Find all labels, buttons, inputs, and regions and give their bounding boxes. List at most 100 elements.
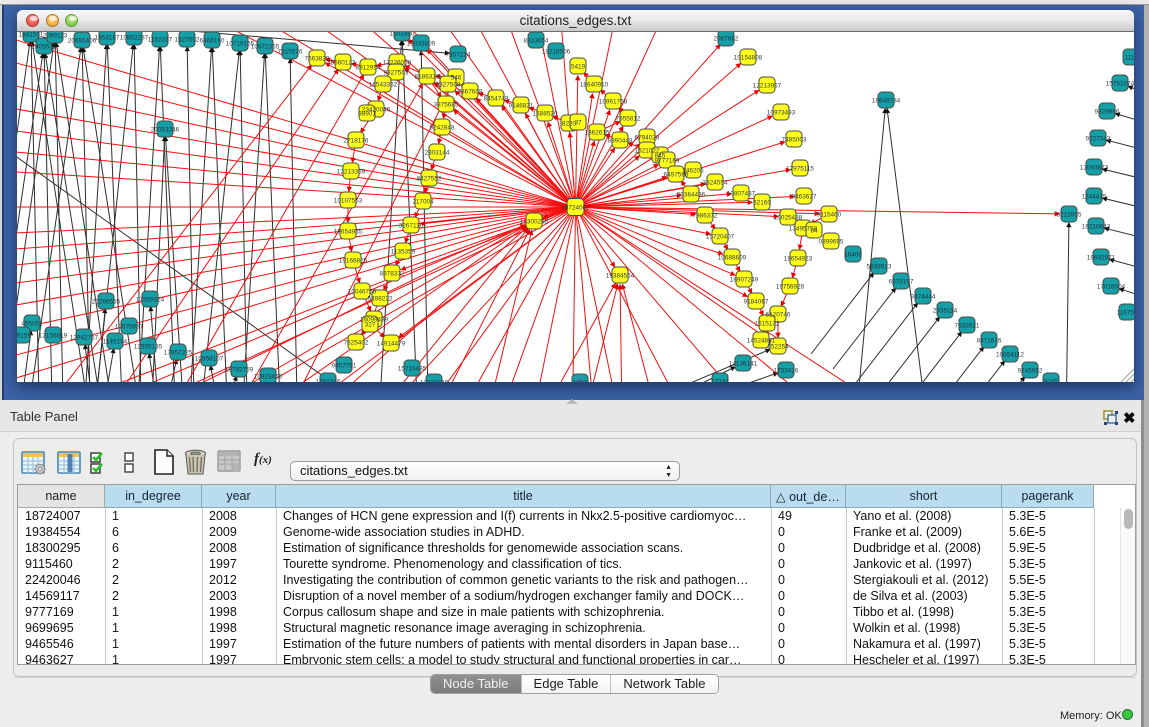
svg-text:18640910: 18640910	[580, 82, 609, 89]
svg-text:20053346: 20053346	[151, 127, 180, 134]
svg-text:8454749: 8454749	[484, 96, 509, 103]
svg-text:5419: 5419	[571, 64, 586, 71]
svg-text:17334: 17334	[711, 379, 729, 383]
svg-text:9146821: 9146821	[509, 103, 534, 110]
svg-text:10853287: 10853287	[120, 35, 149, 42]
svg-text:7955812: 7955812	[616, 116, 641, 123]
svg-text:9463627: 9463627	[792, 194, 817, 201]
svg-text:9184067: 9184067	[744, 299, 769, 306]
svg-text:1244415: 1244415	[1082, 194, 1107, 201]
svg-text:7857224: 7857224	[446, 52, 471, 59]
svg-text:2867608: 2867608	[458, 89, 483, 96]
svg-text:15751074: 15751074	[1106, 81, 1134, 88]
svg-text:2803144: 2803144	[425, 150, 450, 157]
svg-text:12213967: 12213967	[753, 83, 782, 90]
svg-text:9474444: 9474444	[911, 294, 936, 301]
svg-text:17359924: 17359924	[136, 297, 165, 304]
svg-text:9245652: 9245652	[1018, 368, 1043, 375]
svg-text:18724007: 18724007	[561, 205, 590, 212]
svg-text:9242848: 9242848	[430, 125, 455, 132]
svg-text:8878332: 8878332	[380, 271, 405, 278]
svg-text:19654955: 19654955	[334, 229, 363, 236]
svg-text:1615132: 1615132	[755, 321, 780, 328]
svg-text:1093: 1093	[573, 380, 588, 383]
svg-text:8660123: 8660123	[331, 60, 356, 67]
svg-text:8471676: 8471676	[977, 338, 1002, 345]
svg-text:1152337: 1152337	[148, 37, 173, 44]
svg-text:9227343: 9227343	[1086, 136, 1111, 143]
svg-text:8215955: 8215955	[1057, 212, 1082, 219]
svg-text:17016504: 17016504	[1097, 284, 1126, 291]
svg-text:9327503: 9327503	[384, 70, 409, 77]
svg-text:1362615: 1362615	[585, 130, 610, 137]
svg-text:98901: 98901	[358, 111, 376, 118]
svg-text:8990448: 8990448	[608, 138, 633, 145]
svg-text:1603380: 1603380	[390, 32, 415, 38]
svg-text:10025438: 10025438	[774, 215, 803, 222]
svg-text:10671355: 10671355	[251, 44, 280, 51]
svg-text:10688609: 10688609	[718, 255, 747, 262]
svg-text:9115460: 9115460	[817, 212, 842, 219]
svg-text:14136141: 14136141	[729, 361, 758, 368]
svg-text:15716485: 15716485	[398, 366, 427, 373]
svg-text:6497568: 6497568	[664, 172, 689, 179]
svg-text:3624554: 3624554	[703, 180, 728, 187]
svg-text:10154808: 10154808	[734, 55, 763, 62]
svg-text:19384554: 19384554	[606, 273, 635, 280]
svg-text:7485003: 7485003	[782, 137, 807, 144]
svg-text:5938923: 5938923	[867, 264, 892, 271]
svg-text:1527602: 1527602	[175, 37, 200, 44]
svg-text:2718176: 2718176	[344, 138, 369, 145]
svg-text:10654112: 10654112	[996, 352, 1024, 359]
svg-text:12093873: 12093873	[1080, 165, 1109, 172]
svg-text:39159: 39159	[17, 333, 31, 340]
svg-text:16033809: 16033809	[407, 41, 436, 48]
svg-text:16210643: 16210643	[1082, 224, 1111, 231]
svg-text:16409: 16409	[844, 252, 862, 259]
svg-text:13226058: 13226058	[383, 60, 412, 67]
svg-text:19756928: 19756928	[776, 284, 805, 291]
svg-text:17975115: 17975115	[786, 166, 814, 173]
svg-text:7663822: 7663822	[305, 56, 330, 63]
svg-text:62160: 62160	[753, 200, 771, 207]
svg-text:1405571: 1405571	[32, 44, 57, 51]
svg-text:5498222: 5498222	[368, 296, 393, 303]
svg-text:10975887: 10975887	[115, 324, 144, 331]
svg-text:2099113: 2099113	[43, 33, 68, 40]
svg-text:18300295: 18300295	[520, 219, 549, 226]
svg-text:1841551: 1841551	[19, 32, 44, 39]
svg-text:9329966: 9329966	[1095, 109, 1120, 116]
svg-text:19218506: 19218506	[542, 49, 571, 56]
svg-text:546: 546	[451, 75, 462, 82]
svg-text:10958107: 10958107	[195, 356, 224, 363]
svg-text:252254: 252254	[767, 344, 789, 351]
svg-text:6466160: 6466160	[200, 38, 225, 45]
svg-text:1145194: 1145194	[103, 339, 128, 346]
svg-text:16782759: 16782759	[225, 367, 254, 374]
svg-text:1135359: 1135359	[391, 249, 416, 256]
svg-text:17957225: 17957225	[164, 350, 193, 357]
svg-text:1292346: 1292346	[316, 379, 341, 383]
svg-text:9457791: 9457791	[332, 363, 357, 370]
svg-text:7632621: 7632621	[955, 323, 980, 330]
svg-text:10046756: 10046756	[348, 289, 377, 296]
svg-text:12942757: 12942757	[70, 335, 99, 342]
svg-text:19166825: 19166825	[339, 258, 368, 265]
svg-text:12923468: 12923468	[420, 380, 449, 383]
svg-text:8912954: 8912954	[356, 65, 381, 72]
svg-text:3875685: 3875685	[434, 102, 459, 109]
svg-text:12213369: 12213369	[337, 169, 366, 176]
svg-text:2087682: 2087682	[714, 36, 739, 43]
svg-text:16648784: 16648784	[872, 98, 901, 105]
svg-text:19654923: 19654923	[784, 256, 813, 263]
svg-text:16543362: 16543362	[369, 82, 398, 89]
svg-text:20206555: 20206555	[92, 299, 121, 306]
svg-text:7986372: 7986372	[693, 213, 718, 220]
svg-text:327: 327	[365, 322, 376, 329]
svg-text:6679197: 6679197	[889, 279, 914, 286]
svg-text:455051: 455051	[21, 321, 43, 328]
svg-text:1112: 1112	[1124, 55, 1134, 62]
svg-text:12505135: 12505135	[134, 344, 163, 351]
svg-text:14914479: 14914479	[377, 341, 406, 348]
svg-text:9245: 9245	[1044, 379, 1059, 383]
